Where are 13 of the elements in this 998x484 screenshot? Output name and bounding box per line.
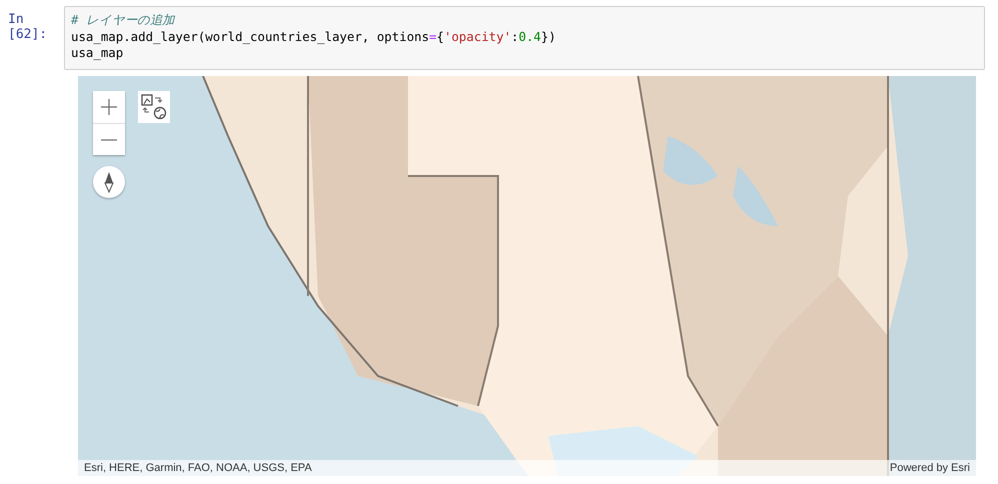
powered-by-link[interactable]: Powered by Esri	[890, 462, 970, 474]
plus-icon	[100, 98, 118, 116]
code-line: usa_map	[71, 45, 124, 62]
code-editor[interactable]: # レイヤーの追加 usa_map.add_layer(world_countries_layer, options={'opacity':0.4}) usa_map	[64, 6, 985, 70]
zoom-in-button[interactable]	[93, 91, 125, 123]
attribution-text: Esri, HERE, Garmin, FAO, NOAA, USGS, EPA	[84, 462, 312, 474]
basemap-toggle-icon	[141, 94, 167, 120]
minus-icon	[100, 138, 118, 140]
code-line: # レイヤーの追加	[71, 12, 176, 28]
layer-toggle-button[interactable]	[138, 91, 170, 123]
code-line: usa_map.add_layer(world_countries_layer, options={'opacity':0.4})	[71, 28, 557, 45]
compass-icon	[104, 171, 114, 193]
cell-prompt: In [62]:	[7, 11, 48, 44]
